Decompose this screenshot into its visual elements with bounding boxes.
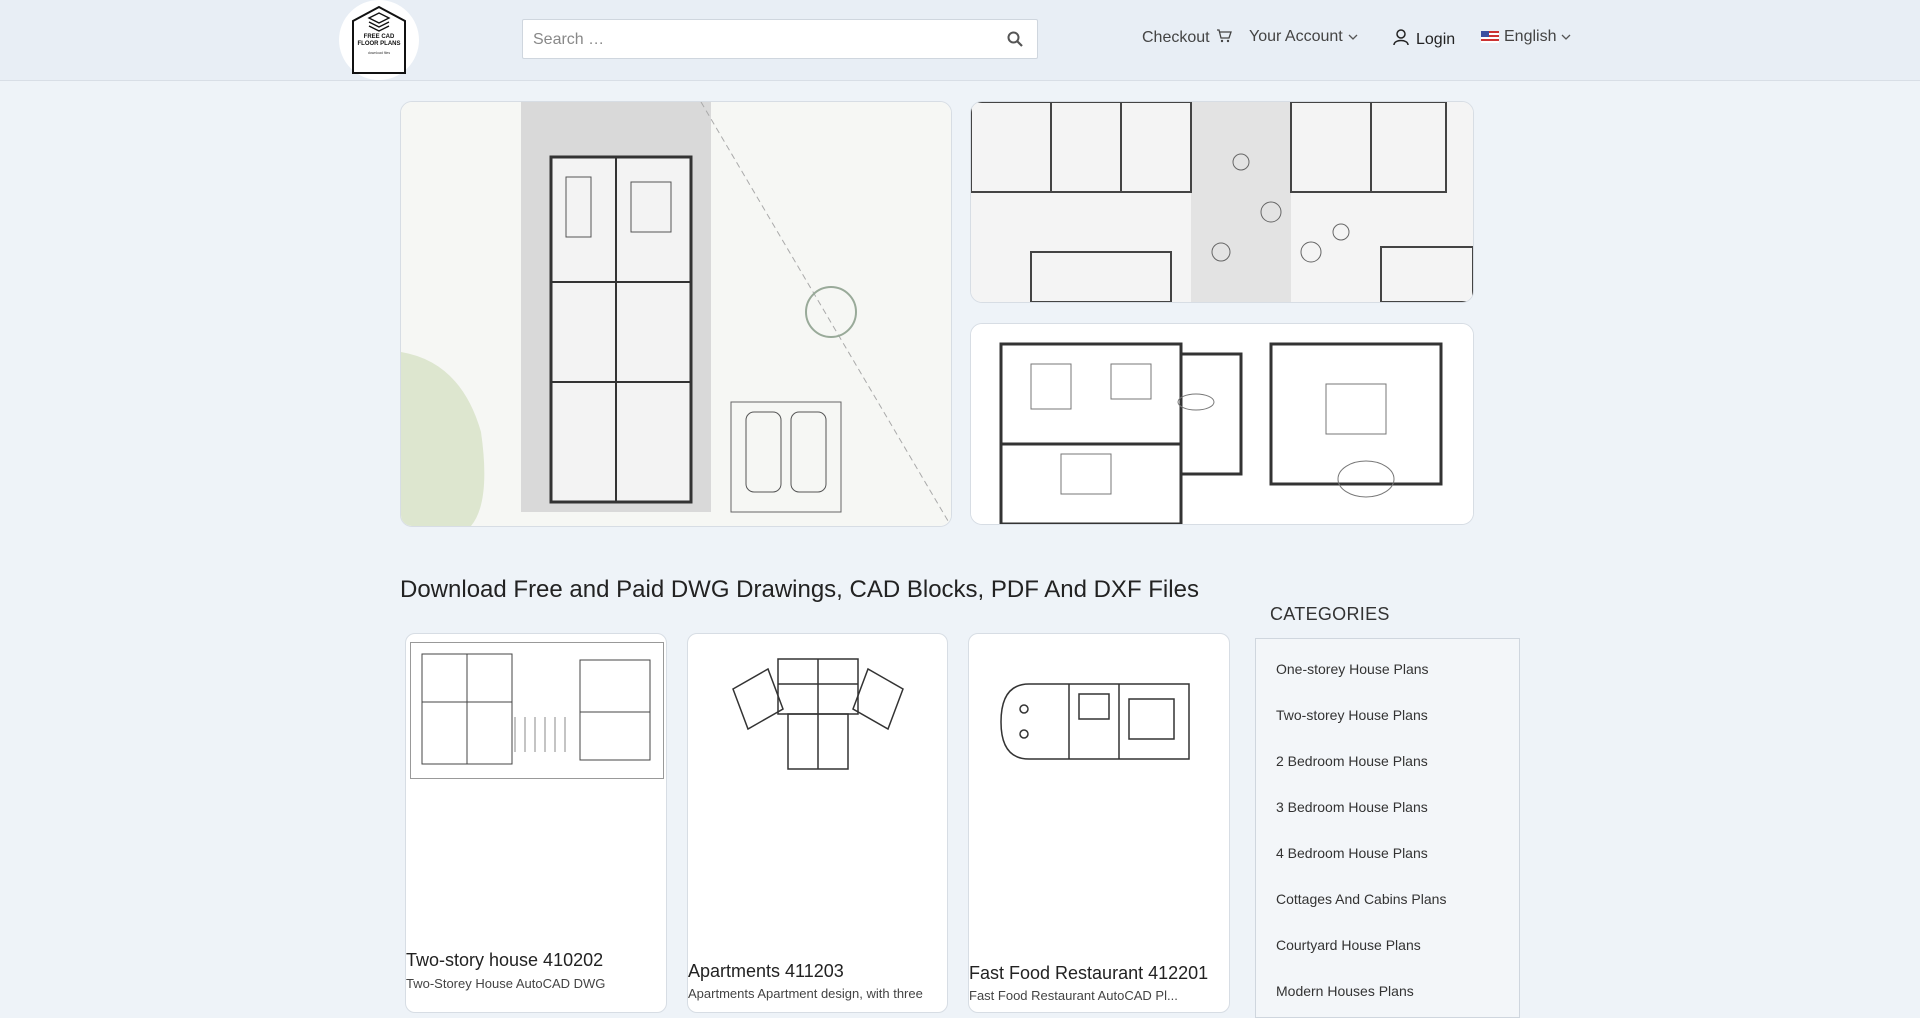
logo-line-1: FREE CAD [363,34,395,40]
product-description: Two-Storey House AutoCAD DWG [406,976,606,991]
categories-list: One-storey House Plans Two-storey House … [1255,638,1520,1018]
category-link[interactable]: One-storey House Plans [1276,661,1429,677]
categories-title: CATEGORIES [1270,604,1390,624]
language-label: English [1504,28,1557,45]
chevron-down-icon [1561,28,1571,46]
login-label: Login [1416,30,1456,48]
product-thumbnail [1000,683,1190,760]
category-link[interactable]: Modern Houses Plans [1276,983,1414,999]
cart-icon [1216,28,1232,48]
site-logo[interactable]: FREE CAD FLOOR PLANS download files [339,0,419,80]
category-link[interactable]: Cottages And Cabins Plans [1276,891,1446,907]
site-header: FREE CAD FLOOR PLANS download files Chec… [0,0,1920,81]
login-link[interactable]: Login [1392,28,1455,51]
logo-line-2: FLOOR PLANS [357,41,401,47]
product-card[interactable]: Fast Food Restaurant 412201 Fast Food Re… [968,633,1230,1013]
search-bar [522,19,1038,59]
product-title[interactable]: Apartments 411203 [688,961,844,982]
logo-line-3: download files [367,51,391,55]
chevron-down-icon [1348,28,1358,46]
featured-floor-plan-image-large[interactable] [400,101,952,527]
account-menu[interactable]: Your Account [1249,28,1358,46]
product-card[interactable]: Apartments 411203 Apartments Apartment d… [687,633,948,1013]
product-thumbnail [410,642,664,779]
search-icon[interactable] [1007,31,1023,52]
checkout-label: Checkout [1142,29,1210,46]
product-card[interactable]: Two-story house 410202 Two-Storey House … [405,633,667,1013]
product-title[interactable]: Fast Food Restaurant 412201 [969,963,1208,984]
checkout-link[interactable]: Checkout [1142,28,1232,48]
category-link[interactable]: 2 Bedroom House Plans [1276,753,1428,769]
category-link[interactable]: 4 Bedroom House Plans [1276,845,1428,861]
user-icon [1392,28,1410,51]
category-link[interactable]: 3 Bedroom House Plans [1276,799,1428,815]
category-link[interactable]: Two-storey House Plans [1276,707,1428,723]
language-selector[interactable]: English [1481,28,1571,46]
search-input[interactable] [531,28,985,52]
account-label: Your Account [1249,28,1343,45]
product-thumbnail [732,658,904,770]
page-heading: Download Free and Paid DWG Drawings, CAD… [400,576,1199,603]
category-link[interactable]: Courtyard House Plans [1276,937,1421,953]
featured-house-plan-image[interactable] [970,323,1474,525]
product-title[interactable]: Two-story house 410202 [406,950,603,971]
featured-interior-plan-image[interactable] [970,101,1474,303]
product-description: Apartments Apartment design, with three [688,986,923,1001]
product-description: Fast Food Restaurant AutoCAD Pl... [969,988,1178,1003]
us-flag-icon [1481,31,1499,43]
